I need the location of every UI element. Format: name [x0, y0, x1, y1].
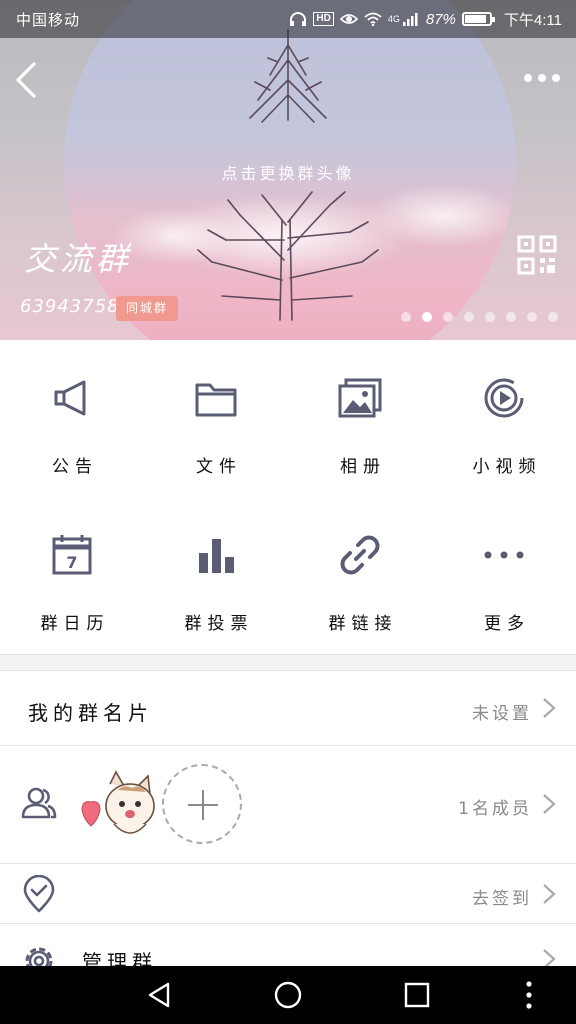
grid-item-more[interactable]: 更多	[432, 497, 576, 654]
grid-item-vote[interactable]: 群投票	[144, 497, 288, 654]
member-avatar-cat[interactable]	[78, 770, 158, 842]
nav-back-icon[interactable]	[144, 980, 174, 1010]
row-checkin[interactable]: 去签到	[0, 864, 576, 924]
carousel-dot	[422, 312, 432, 322]
grid-item-calendar[interactable]: 7 群日历	[0, 497, 144, 654]
nav-menu-icon[interactable]	[514, 980, 544, 1010]
chevron-right-icon	[543, 949, 556, 966]
back-arrow-icon[interactable]	[10, 58, 42, 102]
row-group-card[interactable]: 我的群名片 未设置	[0, 671, 576, 746]
checkin-value: 去签到	[472, 889, 532, 909]
status-bar: 中国移动 HD 4G 87% 下午4:11	[0, 0, 576, 38]
system-nav-bar	[0, 966, 576, 1024]
gear-icon	[25, 947, 53, 966]
grid-item-files[interactable]: 文件	[144, 340, 288, 497]
qr-code-icon[interactable]	[516, 234, 558, 276]
hd-icon: HD	[313, 12, 334, 26]
grid-item-announcement[interactable]: 公告	[0, 340, 144, 497]
network-type: 4G	[387, 14, 400, 24]
member-count: 1名成员	[458, 799, 532, 819]
photo-album-icon	[338, 378, 382, 418]
group-type-badge: 同城群	[116, 296, 179, 321]
more-dots-icon[interactable]	[522, 66, 562, 90]
grid-label: 群链接	[328, 614, 398, 634]
grid-item-short-video[interactable]: 小视频	[432, 340, 576, 497]
battery-icon	[461, 12, 495, 26]
change-avatar-hint[interactable]: 点击更换群头像	[0, 160, 576, 184]
carousel-dot	[506, 312, 516, 322]
add-member-button[interactable]	[162, 764, 242, 844]
wifi-icon	[364, 12, 382, 26]
members-icon	[21, 787, 57, 819]
grid-label: 相册	[340, 457, 386, 477]
grid-label: 更多	[484, 614, 530, 634]
row-manage-group[interactable]: 管理群	[0, 924, 576, 966]
row-title: 管理群	[82, 950, 157, 966]
carousel-dot	[464, 312, 474, 322]
row-value: 未设置	[472, 704, 532, 724]
row-title: 我的群名片	[28, 701, 153, 725]
eye-icon	[339, 14, 358, 24]
battery-percent: 87%	[425, 10, 456, 28]
carousel-dot	[485, 312, 495, 322]
clock: 下午4:11	[503, 11, 562, 29]
calendar-icon: 7	[52, 535, 92, 575]
carousel-dots	[401, 312, 558, 322]
grid-label: 群投票	[184, 614, 254, 634]
carousel-dot	[527, 312, 537, 322]
group-name: 交流群	[24, 240, 133, 278]
carousel-dot	[548, 312, 558, 322]
megaphone-icon	[54, 380, 86, 416]
chevron-right-icon	[543, 698, 556, 718]
video-play-icon	[484, 378, 524, 418]
carousel-dot	[401, 312, 411, 322]
nav-home-icon[interactable]	[273, 980, 303, 1010]
signal-icon	[402, 13, 418, 26]
bar-chart-icon	[199, 539, 234, 573]
svg-text:7: 7	[66, 553, 77, 572]
grid-label: 小视频	[472, 457, 542, 477]
chevron-right-icon	[543, 794, 556, 814]
feature-grid: 公告 文件 相册 小视频 7 群日历 群投票 群链接 更多	[0, 340, 576, 654]
section-divider	[0, 654, 576, 671]
nav-recents-icon[interactable]	[402, 980, 432, 1010]
grid-item-link[interactable]: 群链接	[288, 497, 432, 654]
headphones-icon	[290, 12, 307, 26]
grid-item-album[interactable]: 相册	[288, 340, 432, 497]
grid-label: 公告	[52, 457, 98, 477]
row-members[interactable]: 1名成员	[0, 746, 576, 864]
grid-label: 文件	[196, 457, 242, 477]
carousel-dot	[443, 312, 453, 322]
grid-label: 群日历	[40, 614, 110, 634]
location-check-icon	[23, 875, 55, 913]
carrier-label: 中国移动	[16, 11, 81, 29]
link-icon	[340, 535, 380, 575]
status-icons: HD 4G 87% 下午4:11	[289, 9, 562, 30]
folder-icon	[195, 383, 237, 417]
group-header: 中国移动 HD 4G 87% 下午4:11 点击更换群头像 交流群 639437…	[0, 0, 576, 340]
more-horizontal-icon	[484, 551, 524, 559]
chevron-right-icon	[543, 884, 556, 904]
